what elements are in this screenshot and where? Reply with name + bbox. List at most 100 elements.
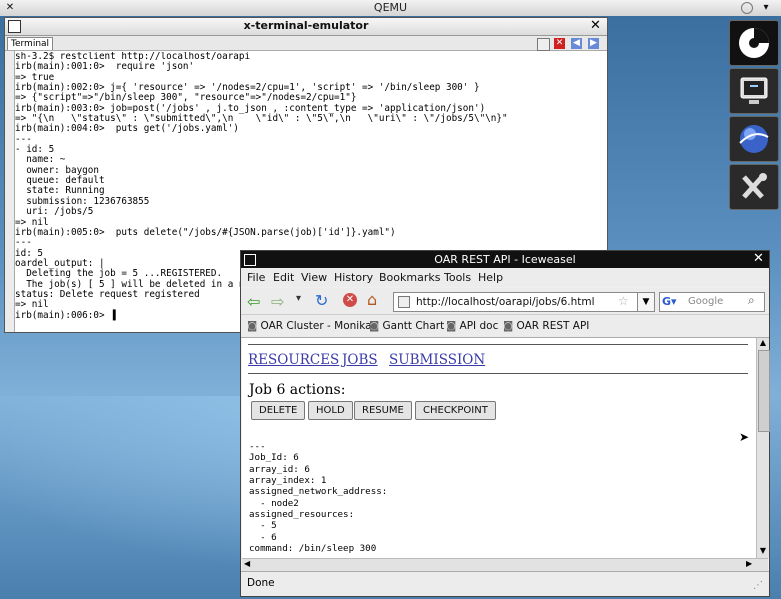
qemu-titlebar: ✕ QEMU ▾ <box>0 0 781 17</box>
nav-submission-link[interactable]: SUBMISSION <box>389 352 485 368</box>
bookmark-label: OAR REST API <box>516 320 590 332</box>
yaml-line: array_id: 6 <box>249 463 310 475</box>
url-text: http://localhost/oarapi/jobs/6.html <box>416 296 595 308</box>
reload-icon[interactable]: ↻ <box>315 291 328 310</box>
menu-edit[interactable]: Edit <box>273 271 294 284</box>
browser-title: OAR REST API - Iceweasel <box>434 253 576 266</box>
top-rule <box>248 344 748 345</box>
resize-grip-icon[interactable]: ⋰ <box>753 580 763 591</box>
bookmark-page-icon: ◙ <box>247 320 261 332</box>
terminal-titlebar: x-terminal-emulator ✕ <box>5 18 607 36</box>
terminal-line: irb(main):004:0> puts get('/jobs.yaml') <box>15 123 239 135</box>
yaml-line: - node2 <box>249 497 299 509</box>
nav-rule <box>248 373 748 374</box>
terminal-line: irb(main):001:0> require 'json' <box>15 61 195 73</box>
menu-file[interactable]: File <box>247 271 265 284</box>
scroll-left-icon[interactable]: ◀ <box>244 559 250 568</box>
bookmark-item[interactable]: ◙ OAR REST API <box>503 320 589 332</box>
menu-history[interactable]: History <box>334 271 373 284</box>
yaml-line: - 6 <box>249 531 277 543</box>
terminal-line: submission: 1236763855 <box>15 195 150 207</box>
checkpoint-button[interactable]: CHECKPOINT <box>415 401 496 420</box>
bookmarks-toolbar: ◙ OAR Cluster - Monika ◙ Gantt Chart ◙ API… <box>241 315 769 338</box>
qemu-menu-icon[interactable]: ▾ <box>760 2 772 14</box>
stop-icon[interactable]: ✕ <box>343 293 357 307</box>
delete-button[interactable]: DELETE <box>251 401 306 420</box>
search-box[interactable]: G▾ Google ⌕ <box>659 292 765 312</box>
yaml-line: array_index: 1 <box>249 475 327 487</box>
bookmark-item[interactable]: ◙ API doc <box>446 320 498 332</box>
google-search-engine-icon[interactable]: G▾ <box>662 295 677 308</box>
page-vertical-scrollbar[interactable]: ▲ ▼ <box>756 338 770 558</box>
history-dropdown-icon[interactable]: ▾ <box>296 293 301 304</box>
prev-tab-icon[interactable]: ◀ <box>571 38 582 49</box>
home-icon[interactable]: ⌂ <box>367 290 377 309</box>
terminal-line: - id: 5 <box>15 144 55 156</box>
back-icon[interactable]: ⇦ <box>247 292 260 311</box>
menu-help[interactable]: Help <box>478 271 503 284</box>
qemu-circle-icon[interactable] <box>741 2 753 14</box>
disk-app-icon[interactable] <box>729 20 779 66</box>
nav-resources-link[interactable]: RESOURCES <box>248 352 339 368</box>
bookmark-label: API doc <box>459 320 499 332</box>
yaml-line: --- <box>249 441 266 452</box>
status-text: Done <box>247 577 275 589</box>
terminal-line: irb(main):005:0> puts delete("/jobs/#{JS… <box>15 226 396 238</box>
close-tab-icon[interactable]: ✕ <box>554 38 565 49</box>
bookmark-item[interactable]: ◙ OAR Cluster - Monika <box>247 320 372 332</box>
new-tab-icon[interactable] <box>537 38 550 51</box>
url-dropdown-icon[interactable]: ▼ <box>637 292 655 312</box>
bookmark-page-icon: ◙ <box>446 320 460 332</box>
next-tab-icon[interactable]: ▶ <box>588 38 599 49</box>
browser-navbar: ⇦ ⇨ ▾ ↻ ✕ ⌂ http://localhost/oarapi/jobs… <box>241 288 769 315</box>
resume-button[interactable]: RESUME <box>354 401 412 420</box>
terminal-line: name: ~ <box>15 154 66 166</box>
bookmark-label: OAR Cluster - Monika <box>260 320 372 332</box>
site-icon <box>398 296 410 308</box>
scroll-up-icon[interactable]: ▲ <box>758 338 768 348</box>
bookmark-item[interactable]: ◙ Gantt Chart <box>369 320 444 332</box>
yaml-line: assigned_network_address: <box>249 486 388 498</box>
status-bar: Done ⋰ <box>241 571 769 596</box>
page-content: RESOURCES JOBS SUBMISSION Job 6 actions:… <box>242 338 756 558</box>
yaml-line: command: /bin/sleep 300 <box>249 543 377 555</box>
yaml-line: assigned_resources: <box>249 509 355 521</box>
qemu-title: QEMU <box>373 1 408 14</box>
bookmark-page-icon: ◙ <box>369 320 383 332</box>
scroll-right-icon[interactable]: ▶ <box>746 559 752 568</box>
terminal-title: x-terminal-emulator <box>243 19 369 32</box>
tools-icon[interactable] <box>729 164 779 210</box>
url-bar[interactable]: http://localhost/oarapi/jobs/6.html ☆ <box>393 292 639 312</box>
hold-button[interactable]: HOLD <box>308 401 353 420</box>
browser-globe-icon[interactable] <box>729 116 779 162</box>
terminal-line: uri: /jobs/5 <box>15 206 94 218</box>
browser-close-icon[interactable]: ✕ <box>753 251 764 266</box>
job-actions-heading: Job 6 actions: <box>249 382 346 398</box>
scroll-thumb[interactable] <box>758 350 770 432</box>
terminal-line: --- <box>15 133 32 145</box>
terminal-close-icon[interactable]: ✕ <box>590 18 601 33</box>
browser-titlebar: OAR REST API - Iceweasel ✕ <box>241 251 769 268</box>
search-placeholder: Google <box>688 296 724 307</box>
tab-terminal[interactable]: Terminal <box>7 37 54 50</box>
menu-view[interactable]: View <box>301 271 327 284</box>
nav-jobs-link[interactable]: JOBS <box>342 352 378 368</box>
search-icon[interactable]: ⌕ <box>748 293 755 308</box>
browser-window: OAR REST API - Iceweasel ✕ File Edit View H… <box>240 250 770 597</box>
menu-tools[interactable]: Tools <box>444 271 471 284</box>
browser-menubar: File Edit View History Bookmarks Tools Help <box>241 269 769 287</box>
scroll-down-icon[interactable]: ▼ <box>758 546 768 556</box>
monitor-icon[interactable] <box>729 68 779 114</box>
bookmark-label: Gantt Chart <box>382 320 445 332</box>
menu-bookmarks[interactable]: Bookmarks <box>379 271 440 284</box>
terminal-tabbar: Terminal ✕ ◀ ▶ <box>5 36 607 51</box>
job-yaml-output: --- Job_Id: 6 array_id: 6 array_index: 1 ass… <box>249 441 387 554</box>
forward-icon[interactable]: ⇨ <box>271 292 284 311</box>
dock <box>729 16 781 211</box>
terminal-scrollbar[interactable] <box>5 51 15 332</box>
star-icon[interactable]: ☆ <box>618 294 629 308</box>
yaml-line: Job_Id: 6 <box>249 452 299 464</box>
mouse-cursor-icon: ➤ <box>739 430 750 444</box>
page-horizontal-scrollbar[interactable]: ◀ ▶ <box>242 558 768 571</box>
yaml-line: - 5 <box>249 520 277 532</box>
